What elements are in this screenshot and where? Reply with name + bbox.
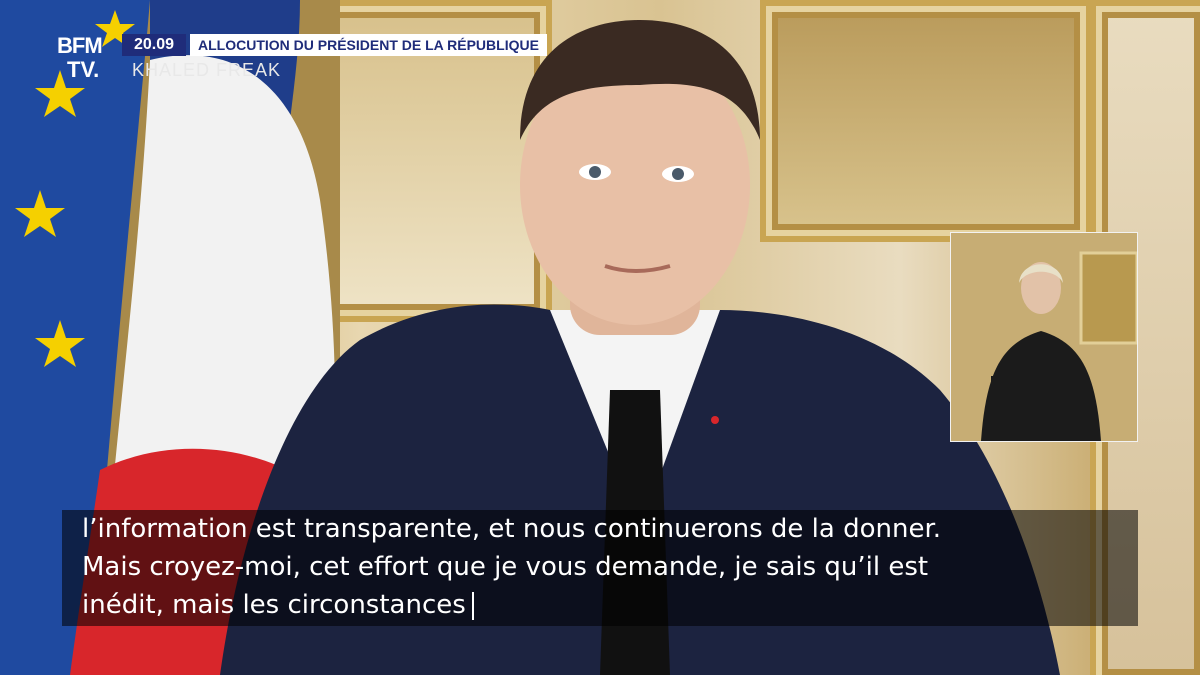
subtitle-line: Mais croyez-moi, cet effort que je vous … <box>82 552 929 582</box>
subtitle-line: l’information est transparente, et nous … <box>82 514 942 544</box>
caption-cursor <box>471 591 474 620</box>
sign-interpreter <box>951 233 1137 441</box>
logo-line2: TV. <box>67 57 100 82</box>
lapel-pin <box>711 416 719 424</box>
channel-watermark: KHALED FREAK <box>132 60 282 80</box>
logo-line1: BFM <box>57 33 103 58</box>
subtitle-text: inédit, mais les circonstances <box>82 590 466 620</box>
time-badge: 20.09 <box>122 34 186 56</box>
bfmtv-logo: BFM TV. <box>57 33 115 83</box>
headline-banner: ALLOCUTION DU PRÉSIDENT DE LA RÉPUBLIQUE <box>190 34 547 56</box>
subtitle-line: inédit, mais les circonstances <box>82 590 474 620</box>
sign-language-inset <box>950 232 1138 442</box>
subtitle-box: l’information est transparente, et nous … <box>62 510 1138 626</box>
